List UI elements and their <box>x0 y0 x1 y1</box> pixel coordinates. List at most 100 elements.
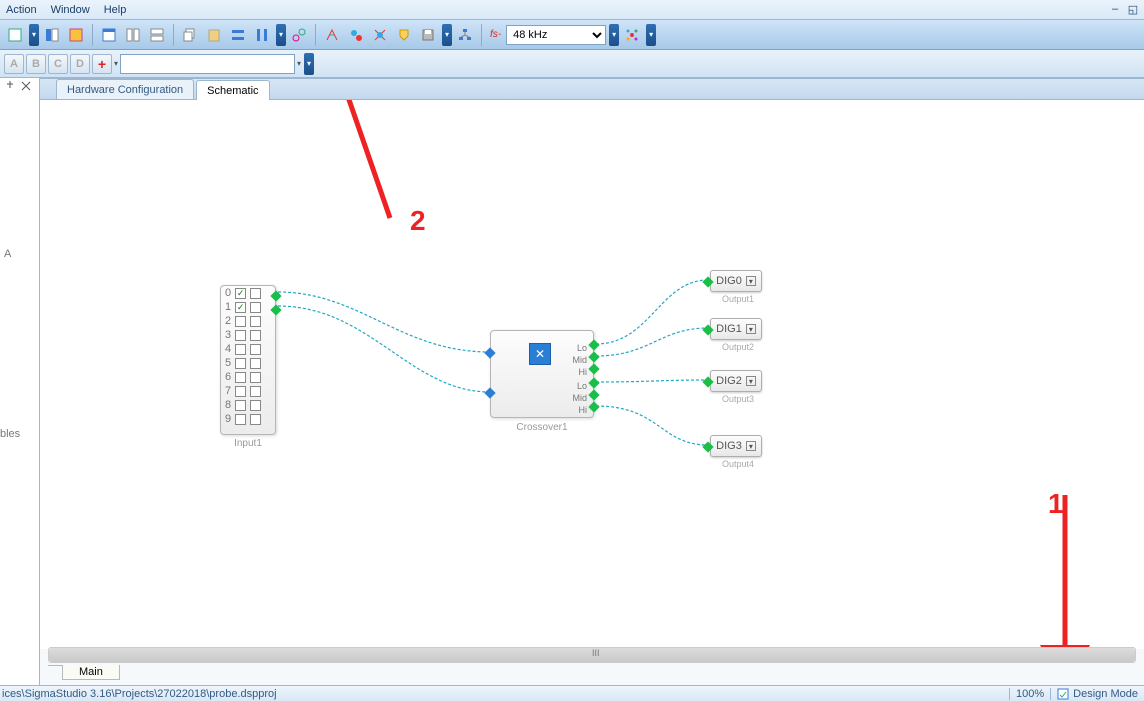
sample-rate-select[interactable]: 48 kHz <box>506 25 606 45</box>
paste-icon[interactable] <box>203 24 225 46</box>
input-channel-row[interactable]: 9 <box>221 412 275 426</box>
output-port[interactable] <box>588 377 599 388</box>
channel-checkbox-2[interactable] <box>250 358 261 369</box>
toolbar-handle-5[interactable]: ▾ <box>646 24 656 46</box>
output-block[interactable]: DIG3▾ <box>710 435 762 457</box>
input-channel-row[interactable]: 2 <box>221 314 275 328</box>
tab-hardware-configuration[interactable]: Hardware Configuration <box>56 79 194 99</box>
annotation-arrow-1 <box>1040 490 1090 649</box>
status-mode[interactable]: Design Mode <box>1050 688 1144 700</box>
compile-icon-3[interactable] <box>369 24 391 46</box>
output-label: Output4 <box>722 459 754 469</box>
workspace: A bles Hardware Configuration Schematic … <box>0 78 1144 685</box>
add-button[interactable]: + <box>92 54 112 74</box>
toolbar-handle-6[interactable]: ▾ <box>304 53 314 75</box>
channel-checkbox[interactable] <box>235 358 246 369</box>
toolbar-handle-3[interactable]: ▾ <box>442 24 452 46</box>
mode-d-button[interactable]: D <box>70 54 90 74</box>
menu-help[interactable]: Help <box>104 4 127 16</box>
input-channel-row[interactable]: 1 <box>221 300 275 314</box>
save-icon[interactable] <box>417 24 439 46</box>
align-icon-2[interactable] <box>251 24 273 46</box>
align-icon-1[interactable] <box>227 24 249 46</box>
input-port[interactable] <box>484 387 495 398</box>
toolbar-handle-4[interactable]: ▾ <box>609 24 619 46</box>
crossover-icon[interactable]: ✕ <box>529 343 551 365</box>
window-btn-1[interactable] <box>98 24 120 46</box>
input-channel-row[interactable]: 8 <box>221 398 275 412</box>
layout-btn-2[interactable] <box>65 24 87 46</box>
link-compile-download-icon[interactable] <box>393 24 415 46</box>
layout-btn-1[interactable] <box>41 24 63 46</box>
schematic-canvas[interactable]: 0123456789 Input1 ✕ Lo Mid Hi Lo Mid Hi <box>40 100 1144 649</box>
channel-checkbox-2[interactable] <box>250 414 261 425</box>
output-port[interactable] <box>588 401 599 412</box>
close-panel-icon[interactable] <box>20 80 32 92</box>
horizontal-scrollbar[interactable]: III <box>48 647 1136 663</box>
channel-checkbox[interactable] <box>235 288 246 299</box>
channel-checkbox[interactable] <box>235 330 246 341</box>
channel-checkbox-2[interactable] <box>250 386 261 397</box>
dropdown-icon[interactable]: ▾ <box>746 324 756 334</box>
channel-checkbox-2[interactable] <box>250 344 261 355</box>
output-port[interactable] <box>588 389 599 400</box>
link-icon[interactable] <box>288 24 310 46</box>
output-port[interactable] <box>588 363 599 374</box>
mode-b-button[interactable]: B <box>26 54 46 74</box>
channel-checkbox-2[interactable] <box>250 372 261 383</box>
channel-checkbox[interactable] <box>235 386 246 397</box>
restore-icon[interactable]: ◱ <box>1126 2 1140 16</box>
toolbar-btn-1[interactable] <box>4 24 26 46</box>
output-block[interactable]: DIG1▾ <box>710 318 762 340</box>
scroll-mark: III <box>592 648 600 658</box>
channel-checkbox-2[interactable] <box>250 288 261 299</box>
input-channel-row[interactable]: 7 <box>221 384 275 398</box>
blank-combo[interactable] <box>120 54 295 74</box>
channel-checkbox-2[interactable] <box>250 400 261 411</box>
status-zoom[interactable]: 100% <box>1009 688 1050 700</box>
channel-checkbox[interactable] <box>235 302 246 313</box>
channel-checkbox-2[interactable] <box>250 302 261 313</box>
input-channel-row[interactable]: 4 <box>221 342 275 356</box>
input-port[interactable] <box>484 347 495 358</box>
input-channel-row[interactable]: 0 <box>221 286 275 300</box>
channel-checkbox[interactable] <box>235 316 246 327</box>
output-block[interactable]: DIG2▾ <box>710 370 762 392</box>
channel-checkbox-2[interactable] <box>250 316 261 327</box>
output-port[interactable] <box>588 339 599 350</box>
toolbar-handle-1[interactable]: ▾ <box>29 24 39 46</box>
toolbar-handle-2[interactable]: ▾ <box>276 24 286 46</box>
window-btn-3[interactable] <box>146 24 168 46</box>
mode-a-button[interactable]: A <box>4 54 24 74</box>
crossover-hi-label: Hi <box>579 405 588 415</box>
channel-checkbox[interactable] <box>235 414 246 425</box>
input-channel-row[interactable]: 5 <box>221 356 275 370</box>
dropdown-icon[interactable]: ▾ <box>746 376 756 386</box>
sheet-tab-main[interactable]: Main <box>62 665 120 680</box>
input-channel-row[interactable]: 6 <box>221 370 275 384</box>
output-port[interactable] <box>588 351 599 362</box>
menu-action[interactable]: Action <box>6 4 37 16</box>
tab-schematic[interactable]: Schematic <box>196 80 269 100</box>
channel-checkbox[interactable] <box>235 372 246 383</box>
compile-icon-2[interactable] <box>345 24 367 46</box>
channel-checkbox[interactable] <box>235 400 246 411</box>
mode-c-button[interactable]: C <box>48 54 68 74</box>
propagate-icon[interactable] <box>621 24 643 46</box>
hierarchy-icon[interactable] <box>454 24 476 46</box>
output-block[interactable]: DIG0▾ <box>710 270 762 292</box>
sheet-tab-stub[interactable] <box>48 665 62 666</box>
channel-checkbox-2[interactable] <box>250 330 261 341</box>
channel-checkbox[interactable] <box>235 344 246 355</box>
pin-icon[interactable] <box>4 80 16 92</box>
dropdown-icon[interactable]: ▾ <box>746 441 756 451</box>
input-block[interactable]: 0123456789 <box>220 285 276 435</box>
crossover-block[interactable]: ✕ Lo Mid Hi Lo Mid Hi <box>490 330 594 418</box>
copy-icon[interactable] <box>179 24 201 46</box>
input-channel-row[interactable]: 3 <box>221 328 275 342</box>
menu-window[interactable]: Window <box>51 4 90 16</box>
window-btn-2[interactable] <box>122 24 144 46</box>
minimize-icon[interactable]: – <box>1108 2 1122 16</box>
dropdown-icon[interactable]: ▾ <box>746 276 756 286</box>
compile-icon-1[interactable] <box>321 24 343 46</box>
